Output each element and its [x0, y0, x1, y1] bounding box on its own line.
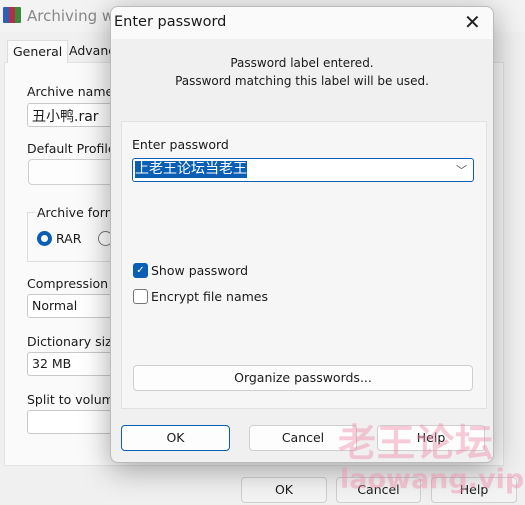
message-line-1: Password label entered. [230, 56, 374, 70]
close-icon[interactable]: ✕ [464, 10, 481, 34]
enter-password-dialog: Enter password ✕ Password label entered.… [110, 6, 494, 463]
watermark-url: laowang.vip [340, 464, 525, 495]
bg-ok-button[interactable]: OK [241, 477, 327, 503]
dictionary-label: Dictionary size [27, 334, 120, 349]
tab-general[interactable]: General [7, 40, 69, 63]
dialog-title: Enter password [114, 14, 227, 30]
organize-passwords-button[interactable]: Organize passwords... [133, 365, 473, 391]
winrar-logo-icon [3, 7, 21, 23]
password-label: Enter password [132, 137, 229, 152]
encrypt-names-checkbox[interactable] [133, 289, 148, 304]
rar-radio[interactable] [37, 231, 52, 246]
archive-name-label: Archive name [27, 84, 114, 99]
show-password-checkbox[interactable]: ✓ [133, 263, 148, 278]
show-password-label: Show password [151, 263, 249, 278]
password-value[interactable]: 上老王论坛当老王 [135, 161, 247, 178]
password-combobox[interactable]: 上老王论坛当老王 ﹀ [132, 158, 474, 182]
rar-radio-label: RAR [56, 231, 82, 246]
watermark-text: 老王论坛 [338, 421, 495, 465]
dialog-title-bar: Enter password ✕ [111, 7, 493, 39]
message-line-2: Password matching this label will be use… [175, 74, 429, 88]
ok-button[interactable]: OK [121, 425, 230, 451]
encrypt-names-label: Encrypt file names [151, 289, 269, 304]
chevron-down-icon[interactable]: ﹀ [456, 162, 467, 178]
default-profile-label: Default Profile [27, 141, 116, 156]
